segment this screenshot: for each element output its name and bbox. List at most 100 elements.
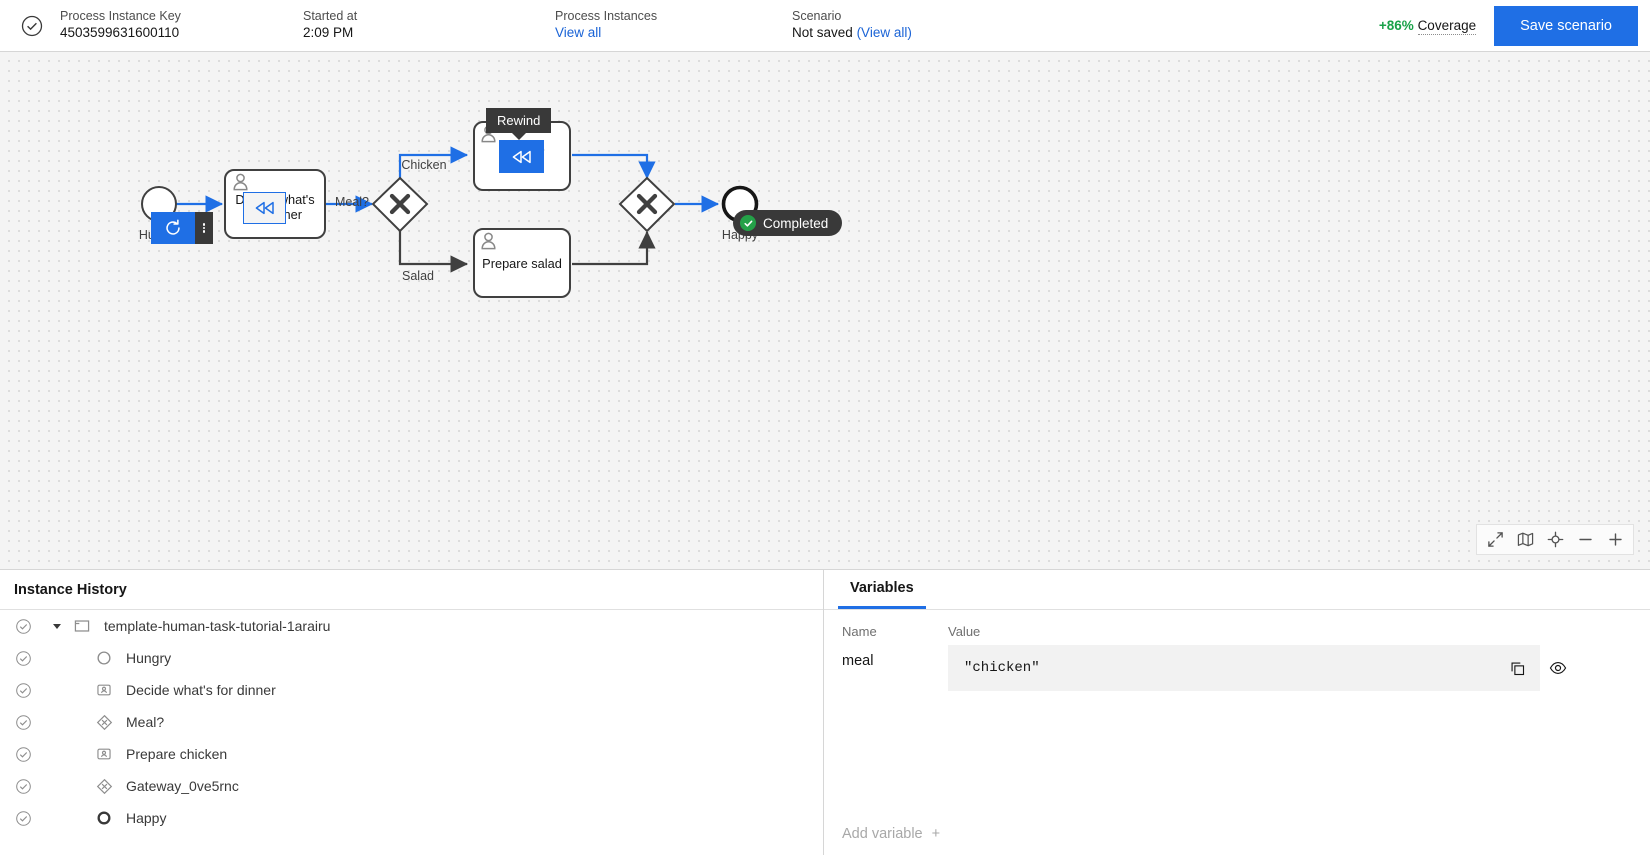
field-label: Started at bbox=[303, 9, 358, 24]
coverage-label: Coverage bbox=[1417, 18, 1477, 35]
reset-center-button[interactable] bbox=[1540, 526, 1570, 553]
bpmn-diagram: Hungry Decide what's for dinner Meal? Ch… bbox=[139, 121, 759, 298]
status-badge-label: Completed bbox=[763, 215, 829, 231]
view-all-scenarios-link[interactable]: (View all) bbox=[857, 25, 912, 40]
history-row[interactable]: Happy bbox=[0, 802, 823, 834]
history-row[interactable]: Prepare chicken bbox=[0, 738, 823, 770]
check-circle-icon bbox=[20, 14, 44, 38]
variable-value-wrap: "chicken" bbox=[948, 645, 1650, 691]
element-more-menu-button[interactable] bbox=[195, 212, 213, 244]
field-process-instance-key: Process Instance Key 4503599631600110 bbox=[60, 9, 303, 42]
app-header: Process Instance Key 4503599631600110 St… bbox=[0, 0, 1650, 52]
end-event-icon bbox=[90, 810, 118, 826]
process-icon bbox=[68, 618, 96, 634]
gateway-label-meal: Meal? bbox=[335, 195, 369, 209]
user-task-icon bbox=[90, 682, 118, 698]
field-started-at: Started at 2:09 PM bbox=[303, 9, 555, 42]
reset-center-icon bbox=[1547, 531, 1563, 548]
variables-column-headers: Name Value bbox=[824, 624, 1650, 645]
save-scenario-button[interactable]: Save scenario bbox=[1494, 5, 1638, 46]
add-variable-button[interactable]: Add variable + bbox=[842, 826, 940, 842]
instance-history-title: Instance History bbox=[0, 570, 823, 610]
field-value: 4503599631600110 bbox=[60, 24, 180, 40]
plus-icon: + bbox=[931, 826, 941, 842]
variables-panel: Variables Name Value meal "chicken" Add … bbox=[824, 570, 1650, 855]
fit-viewport-button[interactable] bbox=[1480, 526, 1510, 553]
history-row[interactable]: Meal? bbox=[0, 706, 823, 738]
fit-viewport-icon bbox=[1487, 532, 1503, 547]
field-label: Scenario bbox=[792, 9, 842, 24]
check-icon bbox=[740, 215, 756, 231]
flow-chicken-to-join bbox=[572, 153, 656, 180]
history-row-label: Hungry bbox=[126, 650, 172, 666]
bottom-panels: Instance History template-human-task-tut… bbox=[0, 569, 1650, 855]
kebab-icon bbox=[202, 222, 206, 234]
task-label-salad: Prepare salad bbox=[482, 256, 562, 271]
history-row-label: Gateway_0ve5rnc bbox=[126, 778, 239, 794]
flow-label-salad: Salad bbox=[402, 269, 434, 283]
field-label: Process Instances bbox=[555, 9, 658, 24]
variable-value-field[interactable]: "chicken" bbox=[948, 645, 1540, 691]
history-row-label: Decide what's for dinner bbox=[126, 682, 276, 698]
gateway-meal bbox=[371, 176, 429, 233]
bpmn-canvas[interactable]: Hungry Decide what's for dinner Meal? Ch… bbox=[0, 52, 1650, 569]
history-row-label: Happy bbox=[126, 810, 167, 826]
canvas-toolbar bbox=[1476, 524, 1634, 555]
rewind-button[interactable] bbox=[499, 140, 544, 173]
history-row[interactable]: Hungry bbox=[0, 642, 823, 674]
restart-icon bbox=[166, 219, 180, 235]
status-badge: Completed bbox=[733, 210, 843, 236]
column-header-value: Value bbox=[948, 624, 981, 639]
history-row-label: Prepare chicken bbox=[126, 746, 228, 762]
variable-row: meal "chicken" bbox=[824, 645, 1650, 691]
flow-salad-to-join bbox=[572, 230, 656, 266]
zoom-in-button[interactable] bbox=[1600, 526, 1630, 553]
minimap-icon bbox=[1517, 532, 1533, 547]
history-row[interactable]: template-human-task-tutorial-1arairu bbox=[0, 610, 823, 642]
history-row-label: Meal? bbox=[126, 714, 165, 730]
variables-body: Name Value meal "chicken" Add variable + bbox=[824, 610, 1650, 855]
row-state-icon bbox=[0, 682, 46, 699]
field-label: Process Instance Key bbox=[60, 9, 181, 24]
zoom-out-button[interactable] bbox=[1570, 526, 1600, 553]
variable-name: meal bbox=[842, 653, 874, 669]
minimap-button[interactable] bbox=[1510, 526, 1540, 553]
variable-value-text: "chicken" bbox=[964, 660, 1040, 676]
add-variable-label: Add variable bbox=[842, 826, 923, 842]
row-state-icon bbox=[0, 778, 46, 795]
zoom-in-icon bbox=[1608, 533, 1622, 546]
rewind-tooltip: Rewind bbox=[486, 108, 552, 133]
toggle-value-visibility-button[interactable] bbox=[1540, 659, 1576, 677]
field-scenario: Scenario Not saved (View all) bbox=[792, 9, 1222, 42]
rewind-icon bbox=[512, 150, 531, 163]
row-state-icon bbox=[0, 650, 46, 667]
flow-gateway-to-salad bbox=[398, 231, 469, 273]
coverage-indicator: +86% Coverage bbox=[1378, 18, 1477, 35]
copy-icon bbox=[1511, 662, 1524, 675]
row-state-icon bbox=[0, 746, 46, 763]
element-action-group bbox=[151, 212, 213, 244]
row-state-icon bbox=[0, 714, 46, 731]
history-row[interactable]: Decide what's for dinner bbox=[0, 674, 823, 706]
gateway-icon bbox=[90, 778, 118, 795]
instance-history-list: template-human-task-tutorial-1arairu Hung… bbox=[0, 610, 823, 855]
restart-button[interactable] bbox=[151, 212, 195, 244]
view-all-instances-link[interactable]: View all bbox=[555, 25, 792, 42]
field-value: Not saved (View all) bbox=[792, 25, 1222, 42]
field-process-instances: Process Instances View all bbox=[555, 9, 792, 42]
flow-label-chicken: Chicken bbox=[401, 158, 446, 172]
zoom-out-icon bbox=[1578, 538, 1592, 541]
gateway-icon bbox=[90, 714, 118, 731]
copy-button[interactable] bbox=[1506, 661, 1528, 676]
history-row[interactable]: Gateway_0ve5rnc bbox=[0, 770, 823, 802]
rewind-button-secondary[interactable] bbox=[243, 192, 286, 224]
instance-history-panel: Instance History template-human-task-tut… bbox=[0, 570, 824, 855]
gateway-join bbox=[618, 176, 676, 233]
rewind-icon bbox=[255, 201, 274, 215]
expand-caret-icon[interactable] bbox=[46, 621, 68, 631]
variables-tabs: Variables bbox=[824, 570, 1650, 610]
coverage-percent: +86% bbox=[1378, 18, 1414, 33]
user-task-icon bbox=[90, 746, 118, 762]
tab-variables[interactable]: Variables bbox=[838, 570, 926, 609]
column-header-name: Name bbox=[842, 624, 877, 639]
